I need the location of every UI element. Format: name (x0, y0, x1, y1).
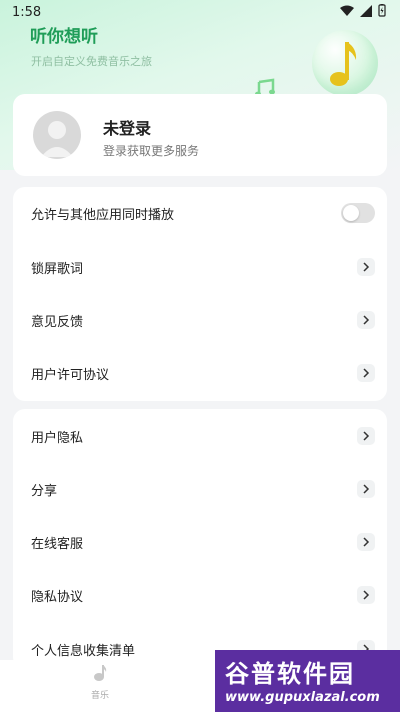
status-bar: 1:58 (0, 0, 400, 24)
wifi-icon (340, 5, 354, 16)
settings-row-user-license[interactable]: 用户许可协议 (13, 347, 387, 400)
settings-row-feedback[interactable]: 意见反馈 (13, 294, 387, 347)
concurrent-play-toggle[interactable] (341, 203, 375, 223)
app-subtitle: 开启自定义免费音乐之旅 (31, 55, 152, 68)
settings-row-label: 隐私协议 (31, 590, 84, 605)
avatar[interactable] (33, 111, 81, 159)
chevron-right-icon (357, 427, 375, 445)
settings-row-label: 个人信息收集清单 (31, 644, 136, 659)
settings-row-online-support[interactable]: 在线客服 (13, 516, 387, 569)
settings-row-label: 允许与其他应用同时播放 (31, 208, 175, 223)
profile-subtitle: 登录获取更多服务 (103, 144, 200, 158)
settings-row-share[interactable]: 分享 (13, 463, 387, 516)
tab-music[interactable]: 音乐 (78, 664, 122, 706)
chevron-right-icon (357, 364, 375, 382)
music-note-icon (94, 665, 107, 681)
app-title: 听你想听 (30, 27, 98, 47)
settings-group-2: 用户隐私 分享 在线客服 隐私协议 个人信息收集清单 (13, 409, 387, 669)
user-icon (41, 121, 73, 157)
settings-row-lockscreen-lyrics[interactable]: 锁屏歌词 (13, 241, 387, 294)
chevron-right-icon (357, 258, 375, 276)
settings-row-label: 分享 (31, 484, 58, 499)
status-icons (340, 4, 386, 17)
settings-row-label: 在线客服 (31, 537, 84, 552)
watermark-title: 谷普软件园 (225, 660, 355, 688)
watermark-url: www.gupuxlazal.com (225, 690, 380, 705)
status-time: 1:58 (12, 5, 42, 20)
settings-row-label: 意见反馈 (31, 315, 84, 330)
settings-row-label: 用户隐私 (31, 431, 84, 446)
settings-row-label: 用户许可协议 (31, 368, 110, 383)
profile-card[interactable]: 未登录 登录获取更多服务 (13, 94, 387, 176)
settings-row-privacy-policy[interactable]: 隐私协议 (13, 569, 387, 622)
profile-name: 未登录 (103, 119, 152, 138)
settings-group-1: 允许与其他应用同时播放 锁屏歌词 意见反馈 用户许可协议 (13, 187, 387, 401)
chevron-right-icon (357, 586, 375, 604)
battery-icon (378, 4, 386, 17)
settings-row-user-privacy[interactable]: 用户隐私 (13, 410, 387, 463)
signal-icon (360, 4, 372, 17)
watermark-logo: 谷普软件园 www.gupuxlazal.com (215, 650, 400, 712)
settings-row-label: 锁屏歌词 (31, 262, 84, 277)
toggle-knob (343, 205, 359, 221)
music-note-icon (330, 42, 357, 86)
chevron-right-icon (357, 480, 375, 498)
settings-row-concurrent-play: 允许与其他应用同时播放 (13, 187, 387, 240)
chevron-right-icon (357, 311, 375, 329)
tab-label: 音乐 (90, 691, 109, 701)
chevron-right-icon (357, 533, 375, 551)
